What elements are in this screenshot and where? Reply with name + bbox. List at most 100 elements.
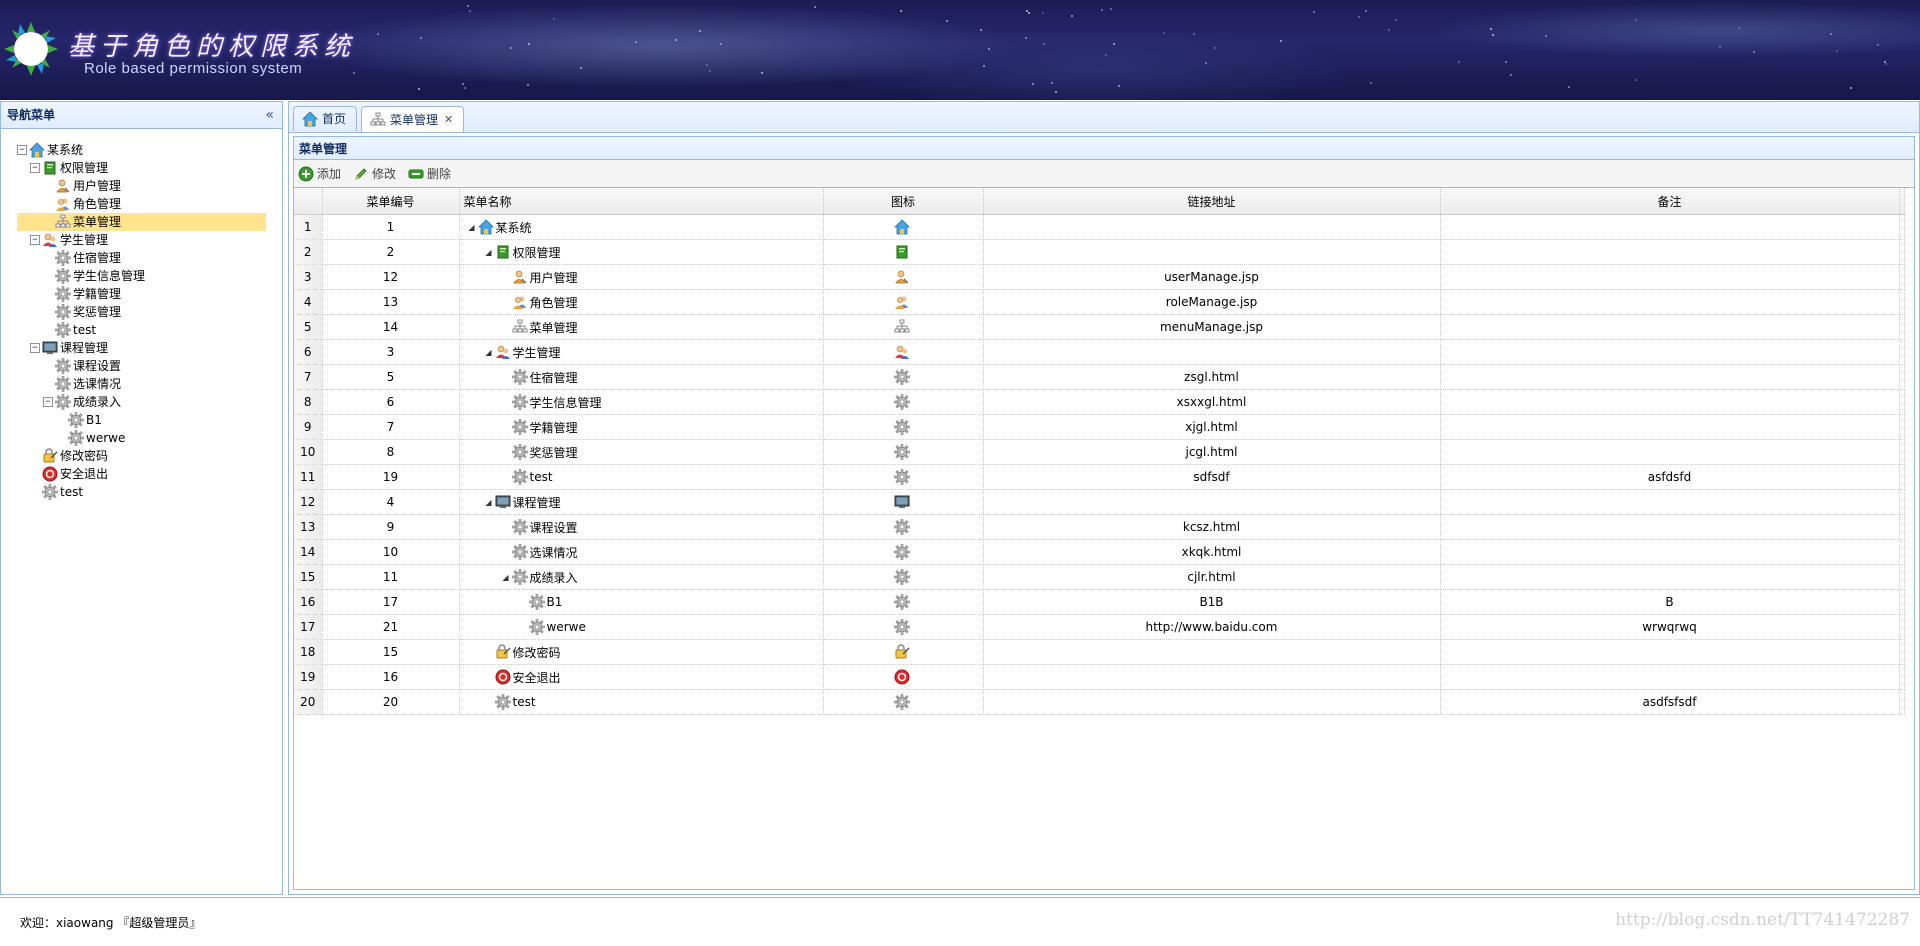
row-filler (1899, 364, 1905, 390)
gear-icon (511, 519, 528, 535)
nav-tree-node[interactable]: 课程设置 (17, 357, 282, 375)
table-row[interactable]: 3 12 用户管理 userManage.jsp (294, 264, 1905, 290)
nav-tree-node[interactable]: − 某系统 (17, 141, 282, 159)
table-row[interactable]: 4 13 角色管理 roleManage.jsp (294, 289, 1905, 315)
table-row[interactable]: 17 21 werwe http://www.baidu.com wrwqrwq (294, 614, 1905, 640)
menu-name-cell: 学生信息管理 (459, 389, 824, 415)
menu-url-cell: roleManage.jsp (983, 289, 1441, 315)
collapse-toggle-icon[interactable]: − (43, 397, 53, 407)
table-row[interactable]: 16 17 B1 B1B B (294, 589, 1905, 615)
table-row[interactable]: 9 7 学籍管理 xjgl.html (294, 414, 1905, 440)
row-filler (1899, 414, 1905, 440)
edit-button[interactable]: 修改 (353, 165, 396, 182)
row-number: 15 (294, 564, 323, 590)
menu-name-text: 成绩录入 (529, 570, 578, 585)
nav-tree-node[interactable]: 学生信息管理 (17, 267, 282, 285)
header-star (980, 29, 982, 31)
nav-tree-node[interactable]: werwe (17, 429, 282, 447)
tab-menu-manage[interactable]: 菜单管理 ✕ (361, 106, 465, 132)
watermark: http://blog.csdn.net/TT741472287 (1615, 910, 1910, 930)
nav-tree-node[interactable]: − 学生管理 (17, 231, 282, 249)
expand-arrow-icon[interactable]: ◢ (483, 498, 495, 507)
expand-arrow-icon[interactable]: ◢ (483, 348, 495, 357)
menu-icon-cell (823, 239, 984, 265)
nav-tree-node[interactable]: 修改密码 (17, 447, 282, 465)
nav-tree-node[interactable]: 住宿管理 (17, 249, 282, 267)
menu-url-cell: B1B (983, 589, 1441, 615)
menu-id-cell: 6 (322, 389, 460, 415)
header-star (462, 83, 464, 85)
menu-note-cell (1440, 414, 1900, 440)
nav-tree-node[interactable]: 奖惩管理 (17, 303, 282, 321)
expand-arrow-icon[interactable]: ◢ (483, 248, 495, 257)
table-row[interactable]: 8 6 学生信息管理 xsxxgl.html (294, 389, 1905, 415)
table-row[interactable]: 12 4 ◢ 课程管理 (294, 489, 1905, 515)
menu-icon-cell (823, 539, 984, 565)
collapse-toggle-icon[interactable]: − (30, 163, 40, 173)
table-row[interactable]: 14 10 选课情况 xkqk.html (294, 539, 1905, 565)
nav-tree-node[interactable]: test (17, 321, 282, 339)
column-header[interactable]: 链接地址 (983, 188, 1441, 215)
table-row[interactable]: 13 9 课程设置 kcsz.html (294, 514, 1905, 540)
menu-id-cell: 14 (322, 314, 460, 340)
delete-button[interactable]: 删除 (408, 165, 451, 182)
menu-name-text: 安全退出 (512, 670, 561, 685)
table-row[interactable]: 7 5 住宿管理 zsgl.html (294, 364, 1905, 390)
column-header[interactable]: 菜单编号 (322, 188, 460, 215)
row-number: 16 (294, 589, 323, 615)
menu-url-cell (983, 689, 1441, 715)
house-icon (477, 219, 494, 235)
table-row[interactable]: 11 19 test sdfsdf asfdsfd (294, 464, 1905, 490)
collapse-toggle-icon[interactable]: − (30, 235, 40, 245)
tab-bar: 首页 菜单管理 ✕ (289, 102, 1919, 133)
column-header[interactable]: 图标 (823, 188, 984, 215)
row-filler (1899, 539, 1905, 565)
table-row[interactable]: 6 3 ◢ 学生管理 (294, 339, 1905, 365)
collapse-toggle-icon[interactable]: − (30, 343, 40, 353)
table-row[interactable]: 1 1 ◢ 某系统 (294, 214, 1905, 240)
collapse-icon[interactable]: « (265, 102, 274, 128)
row-filler (1899, 614, 1905, 640)
row-filler (1899, 489, 1905, 515)
nav-tree-node[interactable]: 菜单管理 (17, 213, 266, 231)
tab-home[interactable]: 首页 (293, 106, 358, 131)
collapse-toggle-icon[interactable]: − (17, 145, 27, 155)
nav-tree-node[interactable]: − 成绩录入 (17, 393, 282, 411)
nav-tree-node[interactable]: 学籍管理 (17, 285, 282, 303)
row-number: 12 (294, 489, 323, 515)
header-star (1395, 19, 1397, 21)
table-row[interactable]: 19 16 安全退出 (294, 664, 1905, 690)
column-header[interactable]: 菜单名称 (459, 188, 824, 215)
row-number: 2 (294, 239, 323, 265)
header-star (1510, 74, 1512, 76)
expand-arrow-icon[interactable]: ◢ (500, 573, 512, 582)
table-row[interactable]: 2 2 ◢ 权限管理 (294, 239, 1905, 265)
menu-note-cell (1440, 514, 1900, 540)
table-row[interactable]: 10 8 奖惩管理 jcgl.html (294, 439, 1905, 465)
nav-tree-node[interactable]: 选课情况 (17, 375, 282, 393)
gear-icon (42, 484, 58, 500)
add-button[interactable]: 添加 (298, 165, 341, 182)
nav-tree-node[interactable]: − 课程管理 (17, 339, 282, 357)
menu-id-cell: 21 (322, 614, 460, 640)
table-row[interactable]: 15 11 ◢ 成绩录入 cjlr.html (294, 564, 1905, 590)
column-header[interactable]: 备注 (1440, 188, 1900, 215)
nav-tree-node[interactable]: − 权限管理 (17, 159, 282, 177)
nav-tree-node[interactable]: test (17, 483, 282, 501)
expand-arrow-icon[interactable]: ◢ (466, 223, 478, 232)
exit-icon (42, 466, 58, 482)
table-row[interactable]: 20 20 test asdfsfsdf (294, 689, 1905, 715)
table-row[interactable]: 18 15 修改密码 (294, 639, 1905, 665)
nav-tree-node[interactable]: 角色管理 (17, 195, 282, 213)
nav-tree-node[interactable]: 安全退出 (17, 465, 282, 483)
nav-tree-node[interactable]: B1 (17, 411, 282, 429)
menu-url-cell: userManage.jsp (983, 264, 1441, 290)
row-number: 14 (294, 539, 323, 565)
gear-icon (894, 694, 910, 710)
menu-url-cell: cjlr.html (983, 564, 1441, 590)
close-icon[interactable]: ✕ (444, 108, 453, 132)
menu-icon-cell (823, 389, 984, 415)
table-row[interactable]: 5 14 菜单管理 menuManage.jsp (294, 314, 1905, 340)
nav-tree-node[interactable]: 用户管理 (17, 177, 282, 195)
row-number: 20 (294, 689, 323, 715)
